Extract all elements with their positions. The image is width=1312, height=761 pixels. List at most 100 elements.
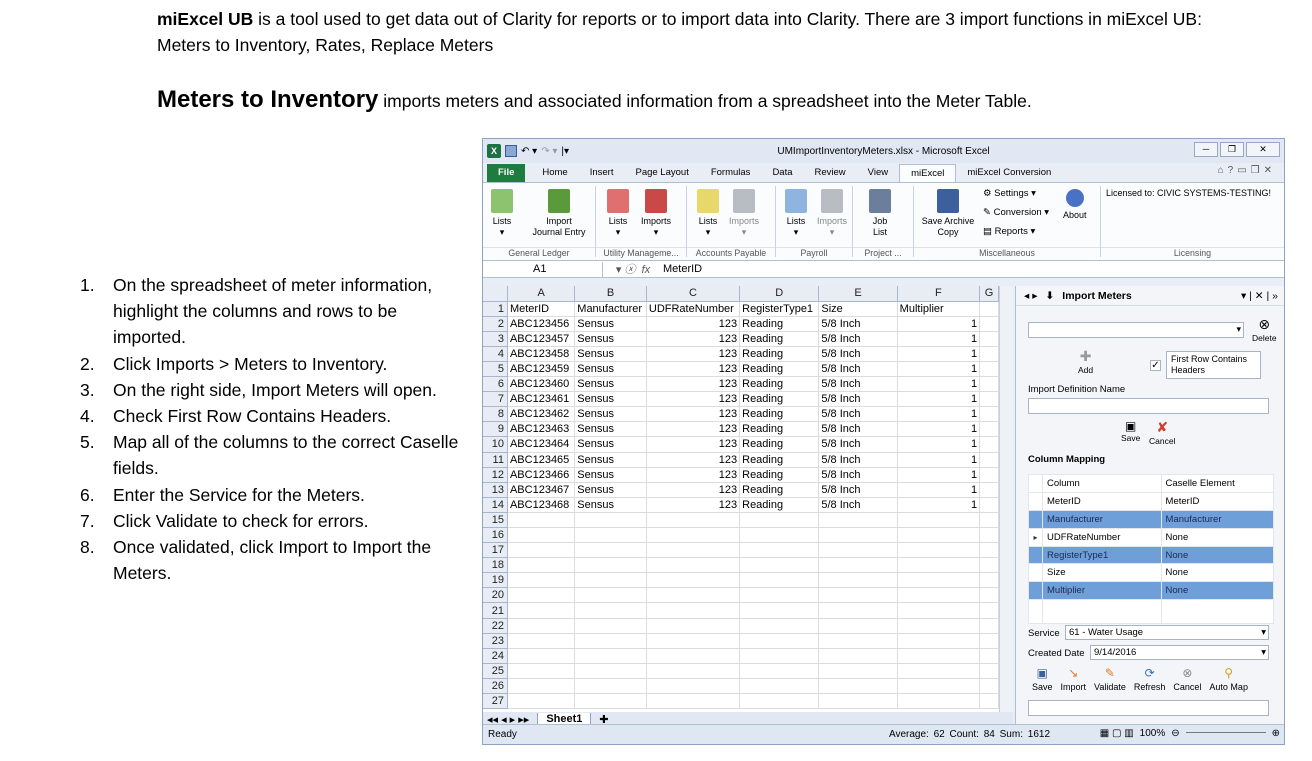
cell[interactable]: [979, 436, 999, 453]
row-header[interactable]: 22: [483, 618, 508, 634]
cell[interactable]: [574, 618, 647, 634]
table-row[interactable]: 17: [483, 542, 999, 559]
cell[interactable]: Reading: [739, 497, 820, 513]
tab-page-layout[interactable]: Page Layout: [624, 164, 699, 182]
cell[interactable]: [507, 512, 576, 529]
cell[interactable]: 123: [646, 361, 741, 378]
add-button[interactable]: ✚ Add: [1078, 348, 1093, 375]
cell[interactable]: [979, 482, 999, 498]
row-header[interactable]: 10: [483, 436, 508, 453]
zoom-control[interactable]: ▦ ▢ ▥ 100% ⊖ ⊕: [1100, 728, 1280, 739]
cell[interactable]: [507, 663, 576, 679]
cell[interactable]: Sensus: [574, 376, 647, 393]
column-header[interactable]: B: [574, 286, 647, 302]
cell[interactable]: [979, 542, 999, 559]
auto-map-button[interactable]: ⚲ Auto Map: [1209, 666, 1248, 692]
cell[interactable]: [818, 572, 898, 589]
row-header[interactable]: 25: [483, 663, 508, 679]
row-header[interactable]: 16: [483, 527, 508, 544]
table-row[interactable]: 4 ABC123458 Sensus 123 Reading 5/8 Inch 1: [483, 346, 999, 362]
cell[interactable]: 1: [897, 376, 981, 393]
cell[interactable]: [574, 542, 647, 559]
cell[interactable]: 1: [897, 497, 981, 513]
table-row[interactable]: 9 ABC123463 Sensus 123 Reading 5/8 Inch 1: [483, 421, 999, 438]
cell[interactable]: 123: [646, 421, 741, 438]
cell[interactable]: Sensus: [574, 316, 647, 332]
mapping-row[interactable]: MeterID MeterID: [1028, 491, 1275, 511]
cell[interactable]: Reading: [739, 452, 820, 468]
cell[interactable]: [818, 633, 898, 649]
cell[interactable]: 123: [646, 316, 741, 332]
cell[interactable]: [507, 693, 576, 710]
ap-lists-button[interactable]: Lists ▾: [697, 187, 719, 238]
um-lists-button[interactable]: Lists ▾: [607, 187, 629, 238]
cell[interactable]: 123: [646, 436, 741, 453]
cell[interactable]: [739, 678, 820, 695]
mapping-element[interactable]: MeterID: [1160, 491, 1275, 511]
cell[interactable]: [574, 512, 647, 529]
cell[interactable]: ABC123456: [507, 316, 576, 332]
row-header[interactable]: 8: [483, 406, 508, 423]
table-row[interactable]: 2 ABC123456 Sensus 123 Reading 5/8 Inch 1: [483, 316, 999, 332]
cell[interactable]: [818, 512, 898, 529]
tab-miexcel-conversion[interactable]: miExcel Conversion: [956, 164, 1062, 182]
cell[interactable]: [574, 693, 647, 710]
row-header[interactable]: 18: [483, 557, 508, 574]
zoom-out-icon[interactable]: ⊖: [1171, 728, 1179, 739]
cell[interactable]: Reading: [739, 331, 820, 347]
table-row[interactable]: 25: [483, 663, 999, 679]
table-row[interactable]: 16: [483, 527, 999, 544]
cell[interactable]: [646, 693, 741, 710]
table-row[interactable]: 26: [483, 678, 999, 695]
vertical-scrollbar[interactable]: [999, 286, 1013, 712]
tab-home[interactable]: Home: [531, 164, 578, 182]
table-row[interactable]: 13 ABC123467 Sensus 123 Reading 5/8 Inch 1: [483, 482, 999, 498]
mapping-element[interactable]: None: [1160, 545, 1275, 565]
cell[interactable]: [979, 572, 999, 589]
cell[interactable]: [646, 512, 741, 529]
mapping-column[interactable]: Manufacturer: [1042, 509, 1162, 529]
column-header[interactable]: G: [979, 286, 999, 302]
cell[interactable]: [818, 542, 898, 559]
cell[interactable]: [507, 587, 576, 604]
import-button[interactable]: ↘ Import: [1061, 666, 1087, 692]
table-row[interactable]: 6 ABC123460 Sensus 123 Reading 5/8 Inch 1: [483, 376, 999, 393]
row-header[interactable]: 6: [483, 376, 508, 393]
row-header[interactable]: 11: [483, 452, 508, 468]
cell[interactable]: [646, 587, 741, 604]
undo-icon[interactable]: ↶ ▾: [521, 146, 537, 157]
cell[interactable]: 1: [897, 436, 981, 453]
row-header[interactable]: 14: [483, 497, 508, 513]
cell[interactable]: UDFRateNumber: [646, 301, 741, 317]
cell[interactable]: ABC123463: [507, 421, 576, 438]
cell[interactable]: [507, 678, 576, 695]
cell[interactable]: 5/8 Inch: [818, 376, 898, 393]
cell[interactable]: Sensus: [574, 346, 647, 362]
table-row[interactable]: 22: [483, 618, 999, 634]
cell[interactable]: 5/8 Inch: [818, 316, 898, 332]
mapping-column[interactable]: Multiplier: [1042, 581, 1162, 601]
cell[interactable]: ABC123462: [507, 406, 576, 423]
cell[interactable]: ABC123460: [507, 376, 576, 393]
row-header[interactable]: 7: [483, 391, 508, 408]
cell[interactable]: [574, 633, 647, 649]
cell[interactable]: [739, 587, 820, 604]
cell[interactable]: [574, 602, 647, 619]
pr-lists-button[interactable]: Lists ▾: [785, 187, 807, 238]
refresh-button[interactable]: ⟳ Refresh: [1134, 666, 1166, 692]
row-header[interactable]: 1: [483, 301, 508, 317]
cell[interactable]: 123: [646, 376, 741, 393]
cell[interactable]: [897, 693, 981, 710]
table-row[interactable]: 12 ABC123466 Sensus 123 Reading 5/8 Inch 1: [483, 467, 999, 483]
mapping-element[interactable]: None: [1160, 563, 1275, 583]
column-header[interactable]: D: [739, 286, 820, 302]
cell[interactable]: [739, 527, 820, 544]
um-imports-button[interactable]: Imports ▾: [641, 187, 671, 238]
cell[interactable]: Reading: [739, 467, 820, 483]
cell[interactable]: 5/8 Inch: [818, 497, 898, 513]
cell[interactable]: 123: [646, 482, 741, 498]
cell[interactable]: [818, 587, 898, 604]
mapping-element[interactable]: None: [1160, 527, 1275, 547]
delete-button[interactable]: ⊗ Delete: [1252, 316, 1277, 343]
tab-file[interactable]: File: [487, 164, 526, 182]
